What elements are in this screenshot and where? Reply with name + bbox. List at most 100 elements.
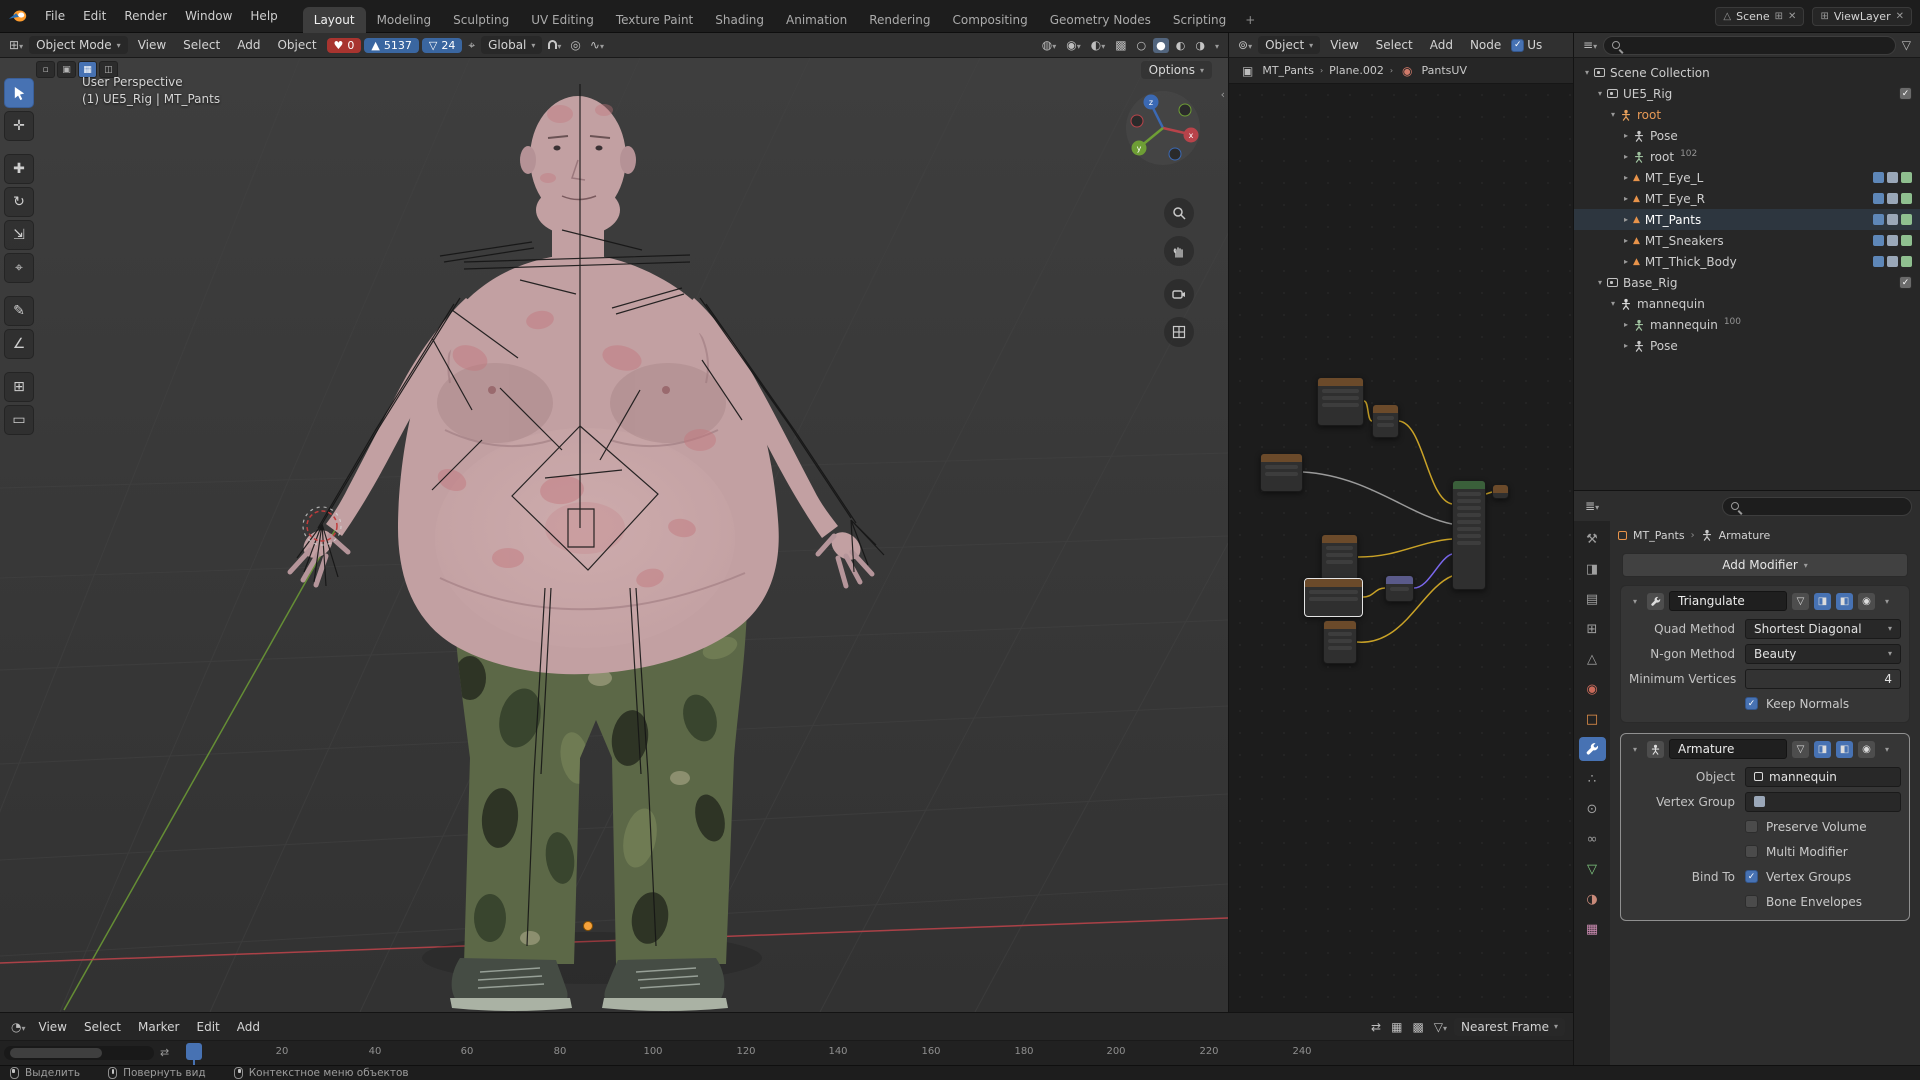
menu-view[interactable]: View <box>1323 36 1365 54</box>
editor-type-icon[interactable]: ⊚▾ <box>1235 37 1255 53</box>
mesh-data-icon[interactable] <box>1887 172 1898 183</box>
outliner-row-mt-sneakers[interactable]: ▸ ▲ MT_Sneakers <box>1574 230 1920 251</box>
expand-icon[interactable]: ▸ <box>1619 215 1633 224</box>
stat-chip-filter[interactable]: ▽ 24 <box>421 37 463 53</box>
snap-markers-icon[interactable]: ▩ <box>1409 1019 1426 1035</box>
breadcrumb-object[interactable]: MT_Pants <box>1262 64 1314 77</box>
material-icon[interactable] <box>1901 235 1912 246</box>
axis-z-neg-ball[interactable] <box>1168 147 1182 161</box>
expand-icon[interactable]: ▾ <box>1606 110 1620 119</box>
measure-tool[interactable]: ∠ <box>4 329 34 359</box>
multi-modifier-checkbox[interactable] <box>1745 845 1758 858</box>
add-cube-tool[interactable]: ⊞ <box>4 372 34 402</box>
timeline-scrollbar[interactable] <box>4 1046 154 1060</box>
tab-object[interactable]: □ <box>1579 707 1606 731</box>
tab-particles[interactable]: ∴ <box>1579 767 1606 791</box>
proportional-edit-toggle[interactable]: ◎ <box>567 37 583 53</box>
properties-search-field[interactable] <box>1722 496 1912 516</box>
shader-node[interactable] <box>1321 534 1358 581</box>
breadcrumb-object[interactable]: MT_Pants <box>1633 529 1685 542</box>
shader-node[interactable] <box>1323 620 1357 664</box>
tab-physics[interactable]: ⊙ <box>1579 797 1606 821</box>
menu-render[interactable]: Render <box>115 6 176 26</box>
expand-icon[interactable]: ▾ <box>1593 89 1607 98</box>
cursor-tool[interactable]: ✛ <box>4 111 34 141</box>
quick-toggle-1[interactable]: ▫ <box>36 61 55 78</box>
vertex-group-select[interactable] <box>1745 791 1901 812</box>
unlink-scene-icon[interactable]: ✕ <box>1788 11 1796 22</box>
select-box-tool[interactable] <box>4 78 34 108</box>
vertex-groups-checkbox[interactable]: ✓ <box>1745 870 1758 883</box>
object-select[interactable]: mannequin <box>1745 766 1901 787</box>
menu-object[interactable]: Object <box>270 36 323 54</box>
shader-node-selected[interactable] <box>1304 578 1363 617</box>
modifier-editmode-toggle[interactable]: ▽ <box>1792 740 1809 758</box>
remove-viewlayer-icon[interactable]: ✕ <box>1896 11 1904 22</box>
playback-sync-icon[interactable]: ⇄ <box>1368 1019 1384 1035</box>
shading-rendered-button[interactable]: ◑ <box>1192 38 1208 53</box>
expand-icon[interactable]: ▸ <box>1619 236 1633 245</box>
menu-view[interactable]: View <box>131 36 173 54</box>
tab-sculpting[interactable]: Sculpting <box>442 7 520 33</box>
scale-tool[interactable]: ⇲ <box>4 220 34 250</box>
options-button[interactable]: Options ▾ <box>1140 61 1212 79</box>
material-icon[interactable] <box>1901 193 1912 204</box>
viewport-canvas[interactable] <box>0 58 1228 1012</box>
timeline-ruler[interactable]: ⇄ 20 40 60 80 100 120 140 160 180 200 22… <box>0 1040 1573 1066</box>
expand-icon[interactable]: ▸ <box>1619 341 1633 350</box>
outliner-row-mt-thick-body[interactable]: ▸ ▲ MT_Thick_Body <box>1574 251 1920 272</box>
tab-tool[interactable]: ⚒ <box>1579 527 1606 551</box>
tab-world[interactable]: ◉ <box>1579 677 1606 701</box>
outliner-row-base-rig[interactable]: ▾ Base_Rig ✓ <box>1574 272 1920 293</box>
breadcrumb-mesh[interactable]: Plane.002 <box>1329 64 1384 77</box>
stat-chip-count[interactable]: ▲ 5137 <box>364 37 419 53</box>
add-workspace-button[interactable]: + <box>1237 7 1263 33</box>
annotate-tool[interactable]: ✎ <box>4 296 34 326</box>
menu-select[interactable]: Select <box>176 36 227 54</box>
node-canvas[interactable] <box>1229 84 1573 1012</box>
shader-node-editor[interactable]: ▣ MT_Pants › Plane.002 › ◉ PantsUV <box>1228 58 1573 1012</box>
outliner-search-field[interactable] <box>1603 35 1896 55</box>
editor-type-icon[interactable]: ≣▾ <box>1582 498 1602 514</box>
tab-texture[interactable]: ▦ <box>1579 917 1606 941</box>
outliner-row-pose-2[interactable]: ▸ Pose <box>1574 335 1920 356</box>
breadcrumb-modifier[interactable]: Armature <box>1719 529 1771 542</box>
scroll-arrows-icon[interactable]: ⇄ <box>160 1046 169 1059</box>
modifier-render-toggle[interactable]: ◉ <box>1858 592 1875 610</box>
gizmos-dropdown[interactable]: ◉▾ <box>1063 37 1084 53</box>
outliner-row-root-data[interactable]: ▸ root 102 <box>1574 146 1920 167</box>
timeline[interactable]: ◔▾ View Select Marker Edit Add ⇄ ▦ ▩ ▽▾ … <box>0 1012 1573 1066</box>
menu-node[interactable]: Node <box>1463 36 1508 54</box>
modifier-extras-menu[interactable]: ▾ <box>1880 745 1894 754</box>
tab-layout[interactable]: Layout <box>302 6 366 33</box>
sidebar-toggle-icon[interactable]: ‹ <box>1221 88 1225 101</box>
rotate-tool[interactable]: ↻ <box>4 187 34 217</box>
outliner-row-pose[interactable]: ▸ Pose <box>1574 125 1920 146</box>
object-origin-dot[interactable] <box>583 921 593 931</box>
tab-scripting[interactable]: Scripting <box>1162 7 1237 33</box>
blender-logo-icon[interactable] <box>8 9 28 23</box>
shading-solid-button[interactable]: ● <box>1153 37 1169 53</box>
menu-window[interactable]: Window <box>176 6 241 26</box>
editor-type-icon[interactable]: ⊞▾ <box>6 37 26 53</box>
shader-type-select[interactable]: Object ▾ <box>1258 36 1321 54</box>
tab-rendering[interactable]: Rendering <box>858 7 941 33</box>
modifier-icon[interactable] <box>1873 172 1884 183</box>
visibility-dropdown[interactable]: ◍▾ <box>1039 37 1060 53</box>
preserve-volume-checkbox[interactable] <box>1745 820 1758 833</box>
mesh-data-icon[interactable] <box>1887 193 1898 204</box>
shader-node[interactable] <box>1372 404 1399 438</box>
tab-object-data[interactable]: ▽ <box>1579 857 1606 881</box>
transform-pivot-icon[interactable]: ⌖ <box>465 37 478 54</box>
shading-dropdown[interactable]: ▾ <box>1212 37 1222 53</box>
tab-output[interactable]: ▤ <box>1579 587 1606 611</box>
tab-compositing[interactable]: Compositing <box>941 7 1038 33</box>
tab-view-layer[interactable]: ⊞ <box>1579 617 1606 641</box>
tab-shading[interactable]: Shading <box>704 7 775 33</box>
extra-tool[interactable]: ▭ <box>4 405 34 435</box>
tab-animation[interactable]: Animation <box>775 7 858 33</box>
mode-select[interactable]: Object Mode ▾ <box>29 36 128 54</box>
move-tool[interactable]: ✚ <box>4 154 34 184</box>
tab-modifiers[interactable] <box>1578 737 1606 761</box>
modifier-header[interactable]: ▾ Armature ▽ ◨ ◧ ◉ ▾ <box>1621 734 1909 764</box>
